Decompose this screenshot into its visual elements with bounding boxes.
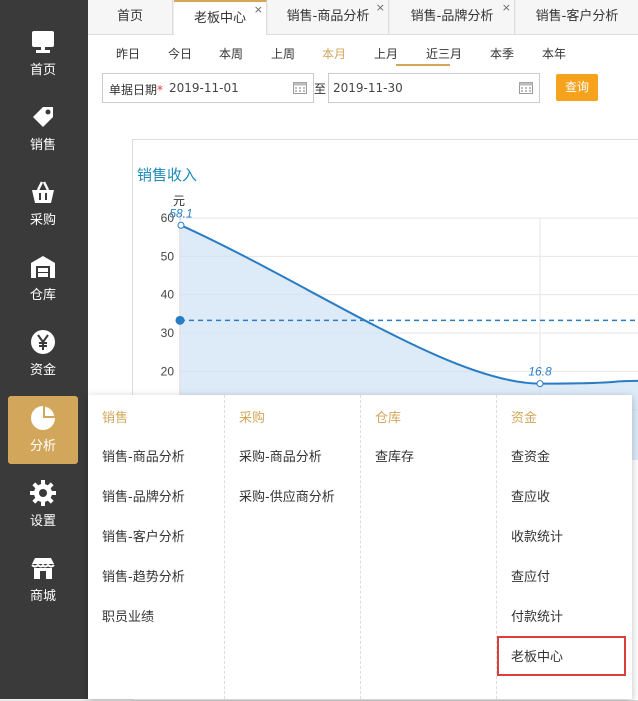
date-start-value: 2019-11-01 [169,81,239,95]
close-icon[interactable]: × [254,0,263,27]
data-point [177,221,185,229]
gear-icon [30,480,56,506]
monitor-icon [32,31,54,53]
y-tick-label: 50 [161,249,175,263]
menu-column-purchase: 采购 采购-商品分析 采购-供应商分析 [224,395,361,699]
period-last-week[interactable]: 上周 [271,45,295,62]
sidebar-item-store[interactable]: 商城 [8,546,78,614]
tab-boss-center[interactable]: 老板中心 × [174,0,267,35]
sidebar-item-label: 首页 [29,63,56,78]
menu-heading-purchase: 采购 [239,411,266,426]
menu-item-receipt-stats[interactable]: 收款统计 [511,526,563,545]
tag-icon [33,107,53,127]
tab-bar: 首页 老板中心 × 销售-商品分析 × 销售-品牌分析 × 销售-客户分析 [88,0,638,35]
period-this-year[interactable]: 本年 [542,45,566,62]
y-tick-label: 20 [161,364,175,378]
sidebar-item-label: 资金 [29,363,56,378]
period-this-month[interactable]: 本月 [322,45,346,62]
period-last-month[interactable]: 上月 [374,45,398,62]
menu-column-warehouse: 仓库 查库存 [360,395,497,699]
query-button[interactable]: 查询 [556,74,598,101]
sidebar-item-sales[interactable]: 销售 [8,95,78,163]
menu-item-payment-stats[interactable]: 付款统计 [511,606,563,625]
data-label: 58.1 [169,206,192,220]
basket-icon [32,181,54,203]
y-tick-label: 40 [161,288,175,302]
tab-label: 老板中心 [193,11,246,26]
date-separator: 至 [314,82,327,96]
menu-item-sales-product[interactable]: 销售-商品分析 [102,446,185,465]
tab-sales-customer[interactable]: 销售-客户分析 [516,0,638,34]
menu-item-purchase-product[interactable]: 采购-商品分析 [239,446,322,465]
sidebar-item-label: 分析 [29,439,56,454]
menu-column-sales: 销售 销售-商品分析 销售-品牌分析 销售-客户分析 销售-趋势分析 职员业绩 [88,395,224,699]
menu-item-sales-brand[interactable]: 销售-品牌分析 [102,486,185,505]
store-icon [31,558,55,579]
yen-icon [31,330,55,354]
data-point [536,380,544,388]
menu-item-check-payables[interactable]: 查应付 [511,566,550,585]
calendar-icon[interactable] [293,81,307,94]
period-active-underline [396,64,450,66]
highlight-box [497,636,626,676]
menu-item-purchase-supplier[interactable]: 采购-供应商分析 [239,486,335,505]
date-filter-label: 单据日期* [109,83,164,97]
sidebar-item-label: 采购 [29,213,56,228]
period-yesterday[interactable]: 昨日 [116,45,140,62]
date-start-field[interactable]: 单据日期* 2019-11-01 [102,73,314,103]
sidebar-item-purchase[interactable]: 采购 [8,170,78,238]
period-today[interactable]: 今日 [168,45,192,62]
sidebar-item-analysis[interactable]: 分析 [8,396,78,464]
sidebar-item-label: 销售 [29,138,56,153]
sidebar-item-label: 商城 [29,589,56,604]
pie-chart-icon [31,406,55,430]
close-icon[interactable]: × [502,0,511,25]
menu-item-check-receivables[interactable]: 查应收 [511,486,550,505]
tab-sales-product[interactable]: 销售-商品分析 × [268,0,389,34]
period-last-three-months[interactable]: 近三月 [426,45,462,62]
menu-heading-funds: 资金 [511,411,538,426]
menu-heading-warehouse: 仓库 [375,411,402,426]
sidebar-item-funds[interactable]: 资金 [8,320,78,388]
sidebar-item-warehouse[interactable]: 仓库 [8,245,78,313]
period-this-week[interactable]: 本周 [219,45,243,62]
menu-item-staff-performance[interactable]: 职员业绩 [102,606,154,625]
sidebar-item-label: 仓库 [29,288,56,303]
period-this-quarter[interactable]: 本季 [490,45,514,62]
sidebar-item-label: 设置 [29,514,56,529]
date-end-field[interactable]: 2019-11-30 [328,73,540,103]
date-end-value: 2019-11-30 [333,81,403,95]
tab-home[interactable]: 首页 [88,0,173,34]
menu-item-check-inventory[interactable]: 查库存 [375,446,414,465]
close-icon[interactable]: × [376,0,385,25]
tab-label: 销售-商品分析 [286,9,370,24]
data-label: 16.8 [528,365,552,379]
required-mark: * [157,83,164,97]
menu-item-sales-customer[interactable]: 销售-客户分析 [102,526,185,545]
menu-item-check-funds[interactable]: 查资金 [511,446,550,465]
sidebar: 首页 销售 采购 仓库 资金 分析 设置 商城 [0,0,88,699]
menu-item-sales-trend[interactable]: 销售-趋势分析 [102,566,185,585]
y-tick-label: 30 [161,326,175,340]
menu-heading-sales: 销售 [102,411,129,426]
sidebar-item-home[interactable]: 首页 [8,20,78,88]
tab-label: 首页 [116,9,143,24]
sidebar-item-settings[interactable]: 设置 [8,471,78,539]
tab-label: 销售-品牌分析 [410,9,494,24]
warehouse-icon [31,256,55,278]
tab-label: 销售-客户分析 [535,9,619,24]
calendar-icon[interactable] [519,81,533,94]
tab-sales-brand[interactable]: 销售-品牌分析 × [390,0,515,34]
average-marker [175,315,185,325]
